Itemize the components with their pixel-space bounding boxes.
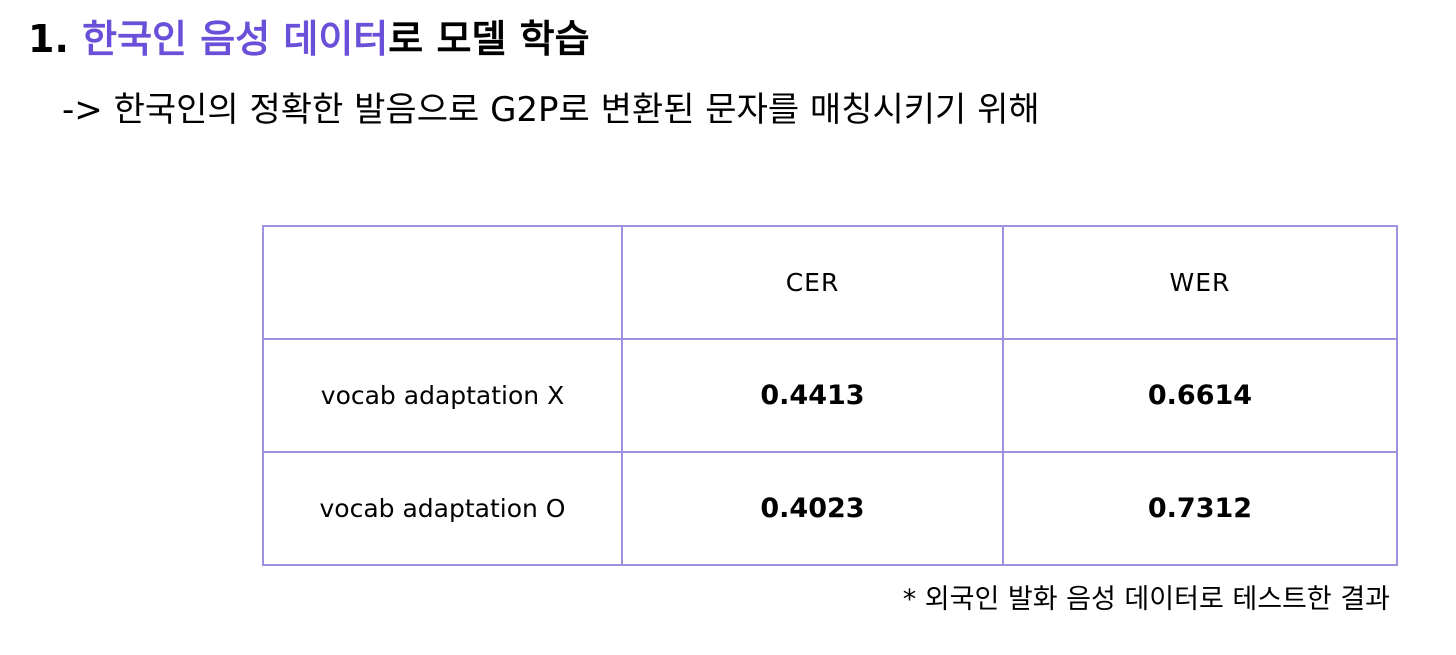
- cer-value: 0.4413: [621, 338, 1004, 453]
- cer-value: 0.4023: [621, 451, 1004, 566]
- results-table: CER WER vocab adaptation X 0.4413 0.6614…: [262, 225, 1398, 566]
- wer-value: 0.7312: [1002, 451, 1398, 566]
- slide-title: 1. 한국인 음성 데이터로 모델 학습: [28, 14, 590, 64]
- footnote: * 외국인 발화 음성 데이터로 테스트한 결과: [902, 584, 1390, 615]
- wer-value: 0.6614: [1002, 338, 1398, 453]
- row-label: vocab adaptation X: [262, 338, 623, 453]
- table-row: vocab adaptation X 0.4413 0.6614: [262, 338, 1398, 453]
- table-header-row: CER WER: [262, 225, 1398, 340]
- title-rest: 로 모델 학습: [388, 17, 590, 61]
- header-wer: WER: [1002, 225, 1398, 340]
- slide-subtitle: -> 한국인의 정확한 발음으로 G2P로 변환된 문자를 매칭시키기 위해: [62, 90, 1040, 130]
- header-cer: CER: [621, 225, 1004, 340]
- title-number: 1.: [28, 17, 69, 61]
- row-label: vocab adaptation O: [262, 451, 623, 566]
- header-empty-cell: [262, 225, 623, 340]
- table-row: vocab adaptation O 0.4023 0.7312: [262, 451, 1398, 566]
- title-highlight: 한국인 음성 데이터: [82, 17, 389, 61]
